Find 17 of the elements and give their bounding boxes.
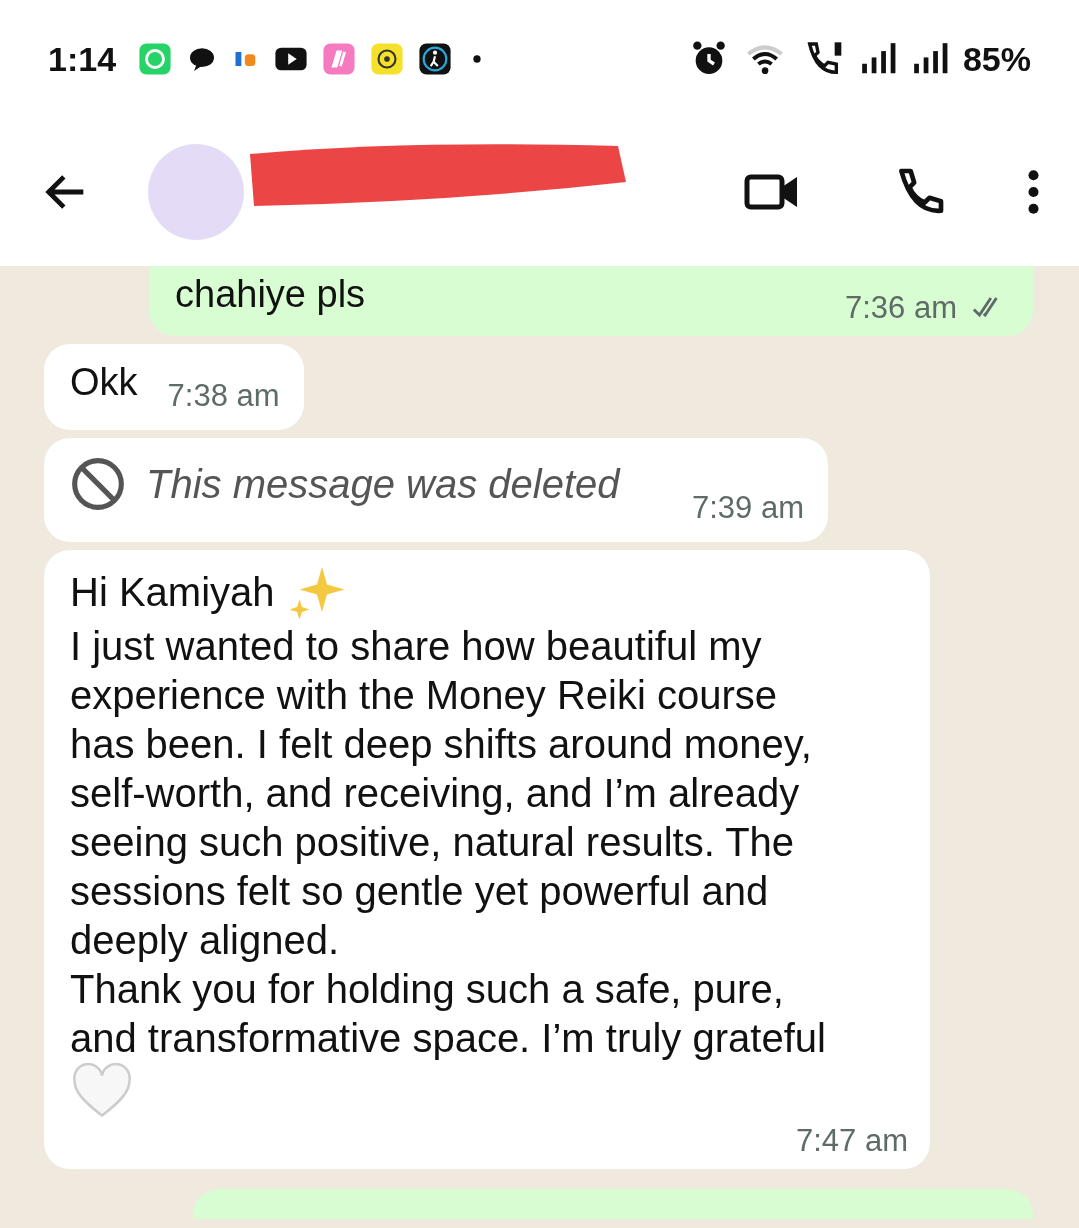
message-text: Okk <box>70 360 138 405</box>
walking-icon <box>418 42 453 76</box>
message-time: 7:47 am <box>796 1123 908 1159</box>
target-app-icon <box>370 42 405 76</box>
battery-level: 85% <box>962 39 1031 79</box>
message-time: 7:39 am <box>692 490 804 526</box>
message-time: 7:38 am <box>167 378 280 414</box>
message-text: I just wanted to share how beautiful my experience with the Money Reiki course has been. I felt deep shifts around money, self-worth, and receiving, and I’m already seeing such positive, natural results. The sessions felt so gentle yet powerful and deeply aligned. <box>70 623 813 964</box>
more-options-icon <box>1028 170 1039 214</box>
message-text: Hi Kamiyah <box>70 568 275 616</box>
message-time: 7:36 am <box>845 290 957 326</box>
message-text: chahiye pls <box>175 272 367 317</box>
message-text: Thank you for holding such a safe, pure, and transformative space. I’m truly grateful <box>70 966 827 1062</box>
slash-app-icon <box>322 42 357 76</box>
deleted-message-text: This message was deleted <box>146 461 620 507</box>
status-time: 1:14 <box>48 39 117 79</box>
prohibited-icon <box>70 456 126 512</box>
